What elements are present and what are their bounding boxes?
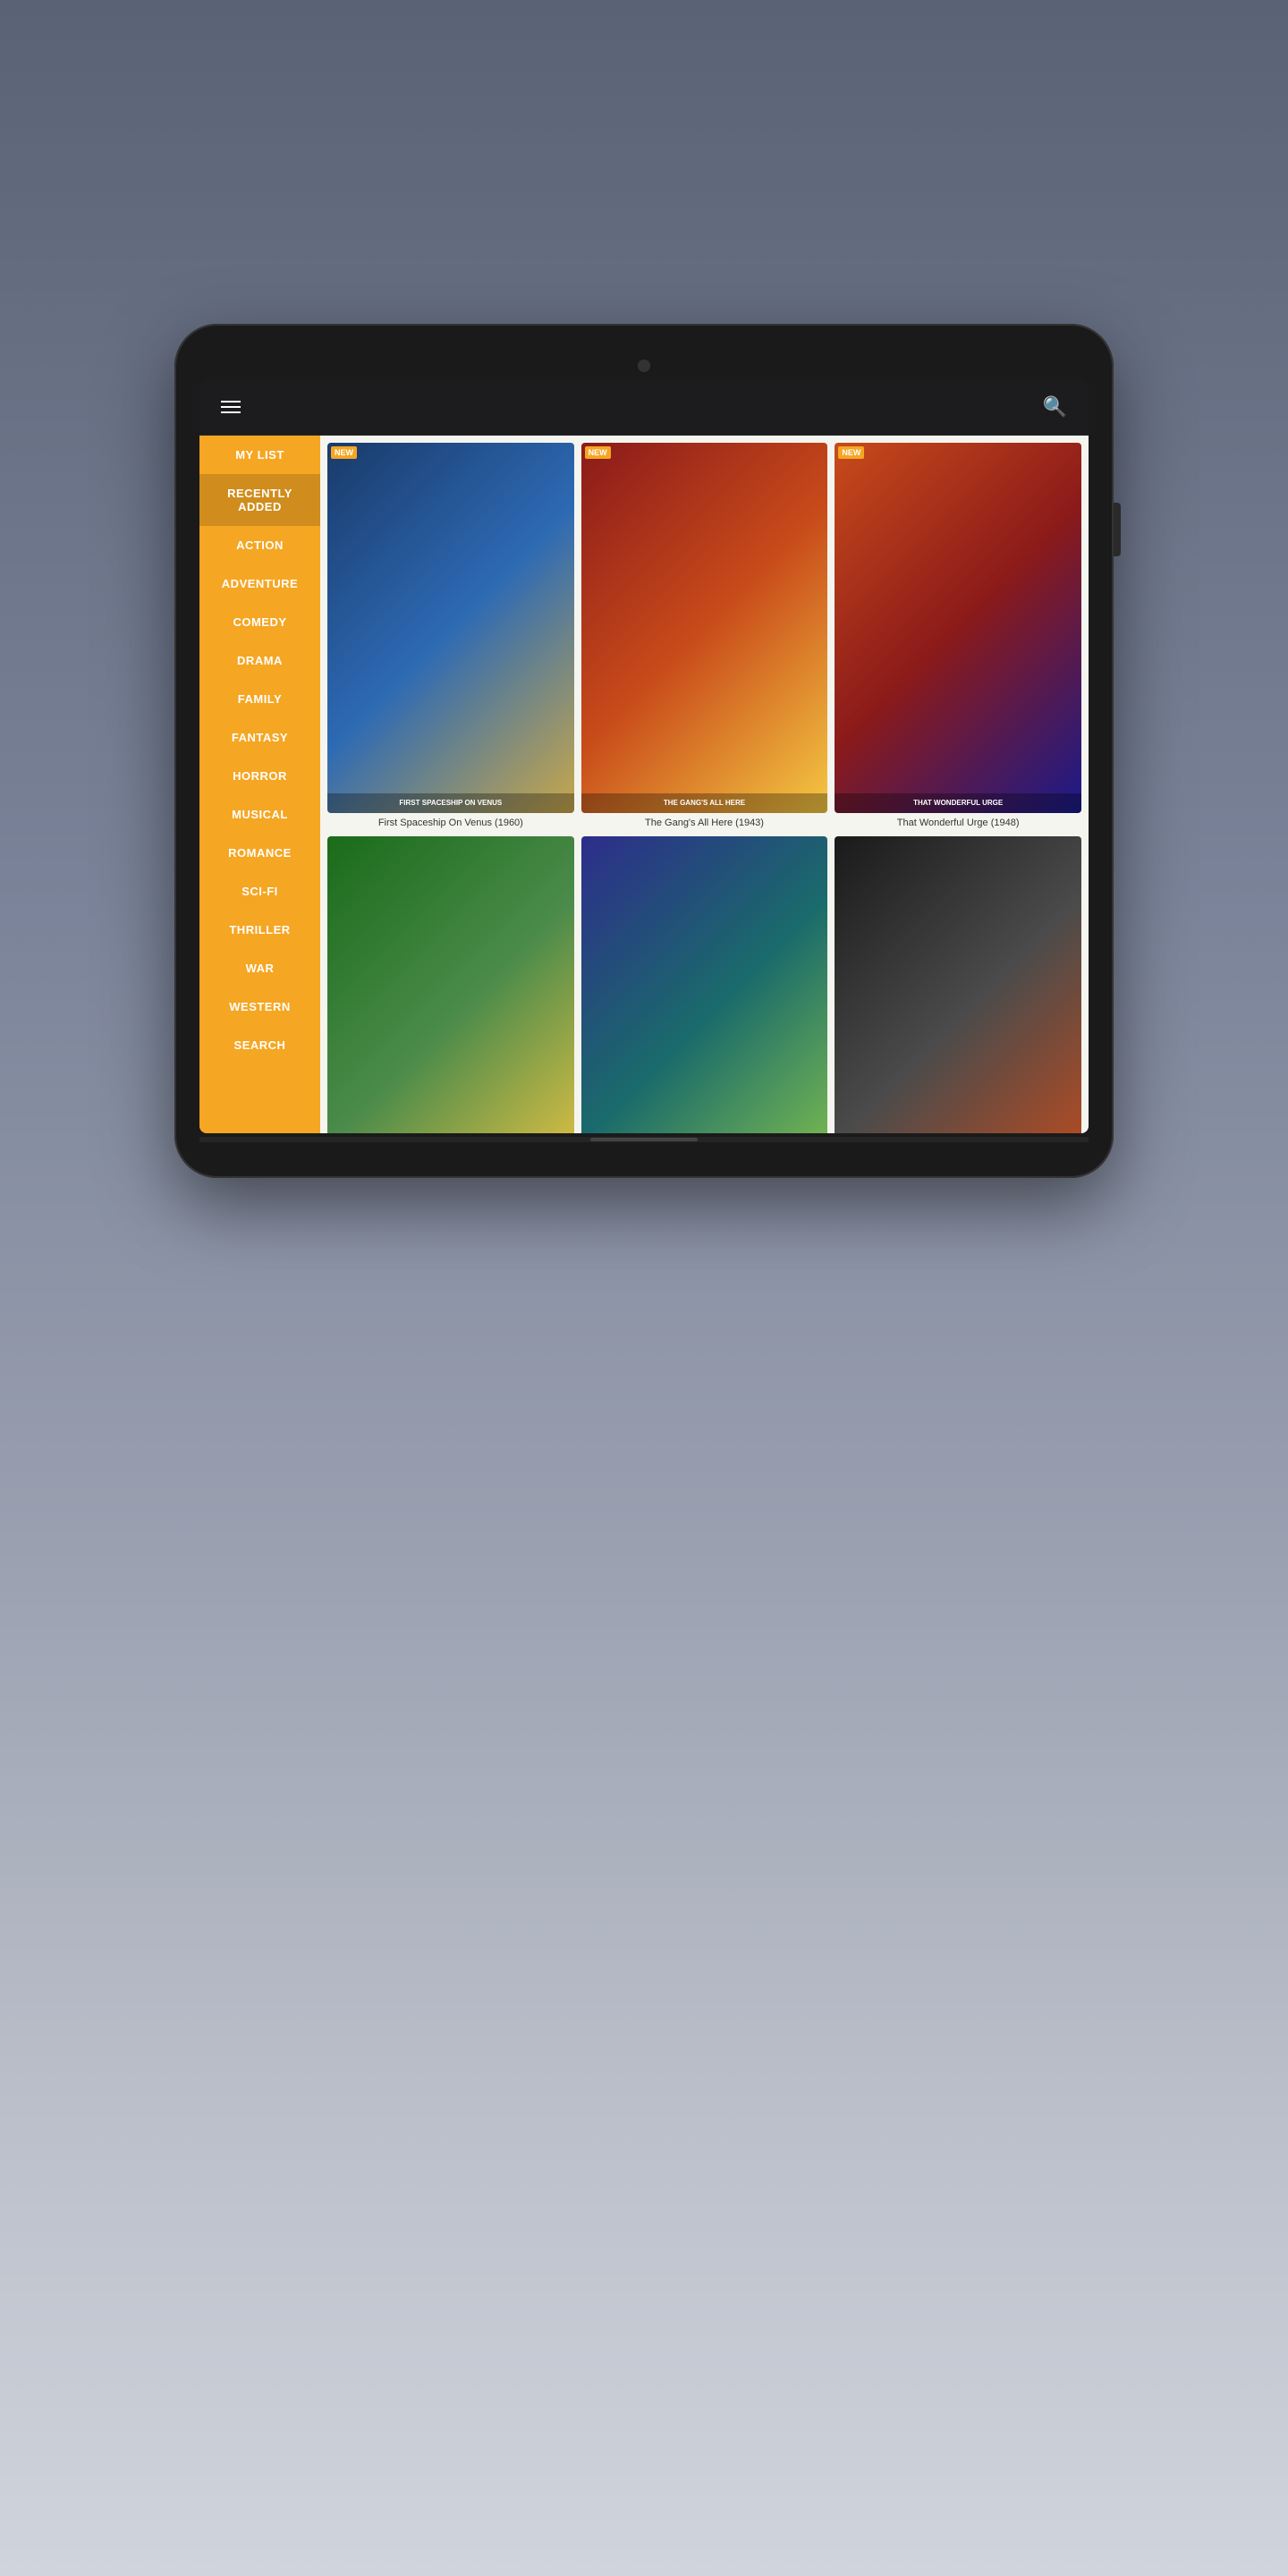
movie-item[interactable]: MACHINE GUN KELLYMachine Gun Kelly (1958… [835,836,1081,1133]
search-icon[interactable]: 🔍 [1043,395,1067,419]
movie-title: The Gang's All Here (1943) [581,817,828,829]
movie-poster: NEW FIRST SPACESHIP ON VENUS [327,443,574,812]
sidebar-item-western[interactable]: WESTERN [199,987,320,1026]
sidebar-item-recently-added[interactable]: RECENTLY ADDED [199,474,320,526]
movie-title: First Spaceship On Venus (1960) [327,817,574,829]
tablet-device: 🔍 MY LISTRECENTLY ADDEDACTIONADVENTURECO… [174,324,1114,1178]
sidebar-item-search[interactable]: SEARCH [199,1026,320,1064]
sidebar-item-family[interactable]: FAMILY [199,680,320,718]
new-badge: NEW [585,446,611,459]
movie-item[interactable]: REACH FOR THE SKYReach for the sky (1956… [327,836,574,1133]
movie-item[interactable]: NEW FIRST SPACESHIP ON VENUS First Spacesh… [327,443,574,829]
sidebar-item-comedy[interactable]: COMEDY [199,603,320,641]
hero-section [555,0,733,306]
sidebar-item-thriller[interactable]: THRILLER [199,911,320,949]
tablet-bottom-bar [199,1137,1089,1142]
tablet-outer: 🔍 MY LISTRECENTLY ADDEDACTIONADVENTURECO… [174,324,1114,1178]
new-badge: NEW [838,446,864,459]
movie-item[interactable]: NEW THAT WONDERFUL URGE That Wonderful Urg… [835,443,1081,829]
sidebar-item-action[interactable]: ACTION [199,526,320,564]
movie-item[interactable]: GHOSTS ON THE LOOSEGhosts on the Loose (… [581,836,828,1133]
movie-title: That Wonderful Urge (1948) [835,817,1081,829]
movie-grid: NEW FIRST SPACESHIP ON VENUS First Spacesh… [327,443,1081,1133]
poster-text: THE GANG'S ALL HERE [581,793,828,813]
sidebar-item-war[interactable]: WAR [199,949,320,987]
app-bar: 🔍 [199,379,1089,436]
tablet-side-button[interactable] [1114,503,1121,556]
sidebar-item-sci-fi[interactable]: SCI-FI [199,872,320,911]
home-indicator [590,1138,698,1141]
tablet-camera [638,360,650,372]
sidebar-item-horror[interactable]: HORROR [199,757,320,795]
movie-poster: GHOSTS ON THE LOOSE [581,836,828,1133]
sidebar-item-musical[interactable]: MUSICAL [199,795,320,834]
new-badge: NEW [331,446,357,459]
menu-icon[interactable] [221,401,241,413]
poster-text: THAT WONDERFUL URGE [835,793,1081,813]
movie-poster: NEW THE GANG'S ALL HERE [581,443,828,813]
sidebar-item-drama[interactable]: DRAMA [199,641,320,680]
movie-poster: REACH FOR THE SKY [327,836,574,1133]
movie-poster: NEW THAT WONDERFUL URGE [835,443,1081,812]
app-content: MY LISTRECENTLY ADDEDACTIONADVENTURECOME… [199,436,1089,1133]
main-content[interactable]: NEW FIRST SPACESHIP ON VENUS First Spacesh… [320,436,1089,1133]
sidebar-item-romance[interactable]: ROMANCE [199,834,320,872]
sidebar-item-adventure[interactable]: ADVENTURE [199,564,320,603]
poster-text: FIRST SPACESHIP ON VENUS [327,793,574,813]
tablet-screen: 🔍 MY LISTRECENTLY ADDEDACTIONADVENTURECO… [199,379,1089,1133]
sidebar-item-my-list[interactable]: MY LIST [199,436,320,474]
movie-item[interactable]: NEW THE GANG'S ALL HERE The Gang's All Her… [581,443,828,829]
movie-poster: MACHINE GUN KELLY [835,836,1081,1133]
sidebar-item-fantasy[interactable]: FANTASY [199,718,320,757]
sidebar: MY LISTRECENTLY ADDEDACTIONADVENTURECOME… [199,436,320,1133]
